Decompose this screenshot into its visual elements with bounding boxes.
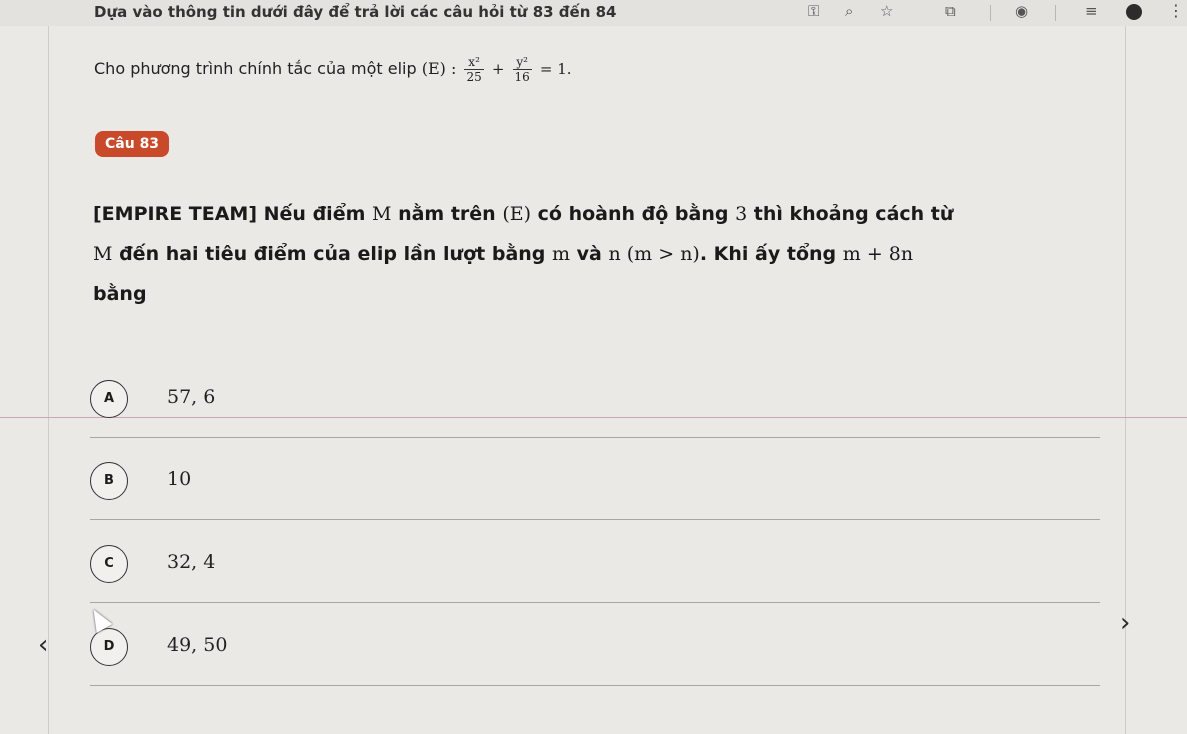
fraction-x: x² 25: [464, 55, 484, 84]
option-underline: [90, 437, 1100, 438]
option-underline: [90, 685, 1100, 686]
q-text: . Khi ấy tổng: [699, 243, 843, 265]
q-text: bằng: [93, 283, 147, 305]
toolbar-divider: [990, 5, 991, 21]
intro-text: Dựa vào thông tin dưới đây để trả lời cá…: [94, 3, 617, 21]
option-value[interactable]: 49, 50: [167, 634, 227, 656]
extension-icon[interactable]: ⧉: [945, 2, 956, 20]
divider: [48, 26, 49, 734]
q-math: M: [372, 203, 392, 225]
profile-avatar[interactable]: [1126, 4, 1142, 20]
option-b[interactable]: B 10: [90, 462, 1100, 534]
option-d[interactable]: D 49, 50: [90, 628, 1100, 700]
option-underline: [90, 602, 1100, 603]
q-text: nằm trên: [391, 203, 503, 225]
option-underline: [90, 519, 1100, 520]
equation-tail: = 1.: [539, 60, 572, 78]
q-text: có hoành độ bằng: [531, 203, 736, 225]
q-math: n (m > n): [608, 243, 700, 265]
next-chevron-icon[interactable]: ›: [1120, 608, 1130, 638]
option-value[interactable]: 10: [167, 468, 191, 490]
option-c[interactable]: C 32, 4: [90, 545, 1100, 617]
fraction-y: y² 16: [512, 55, 532, 84]
q-math: M: [93, 243, 113, 265]
option-letter[interactable]: B: [90, 462, 128, 500]
menu-icon[interactable]: ⋮: [1168, 1, 1184, 20]
star-icon[interactable]: ☆: [880, 2, 893, 20]
google-lens-icon[interactable]: ◉: [1015, 2, 1028, 20]
question-badge: Câu 83: [95, 131, 170, 157]
q-math: (E): [502, 203, 532, 225]
option-value[interactable]: 32, 4: [167, 551, 215, 573]
q-math: 3: [735, 203, 748, 225]
given-equation: Cho phương trình chính tắc của một elip …: [94, 55, 572, 84]
question-text: [EMPIRE TEAM] Nếu điểm M nằm trên (E) có…: [93, 194, 1113, 314]
option-a[interactable]: A 57, 6: [90, 380, 1100, 452]
option-letter[interactable]: A: [90, 380, 128, 418]
key-icon[interactable]: ⚿: [808, 2, 819, 20]
q-math: m + 8n: [842, 243, 914, 265]
prev-chevron-icon[interactable]: ‹: [38, 630, 48, 660]
team-tag: [EMPIRE TEAM]: [93, 203, 258, 225]
option-letter[interactable]: D: [90, 628, 128, 666]
option-value[interactable]: 57, 6: [167, 386, 215, 408]
reading-list-icon[interactable]: ≡: [1085, 2, 1098, 20]
q-text: thì khoảng cách từ: [747, 203, 954, 225]
toolbar-divider: [1055, 5, 1056, 21]
q-text: Nếu điểm: [257, 203, 372, 225]
q-text: đến hai tiêu điểm của elip lần lượt bằng: [112, 243, 553, 265]
search-icon[interactable]: ⌕: [845, 2, 853, 20]
option-letter[interactable]: C: [90, 545, 128, 583]
given-text: Cho phương trình chính tắc của một elip: [94, 59, 417, 78]
ellipse-label: (E) :: [421, 59, 457, 78]
q-math: m: [552, 243, 571, 265]
q-text: và: [570, 243, 609, 265]
plus-sign: +: [491, 60, 505, 78]
